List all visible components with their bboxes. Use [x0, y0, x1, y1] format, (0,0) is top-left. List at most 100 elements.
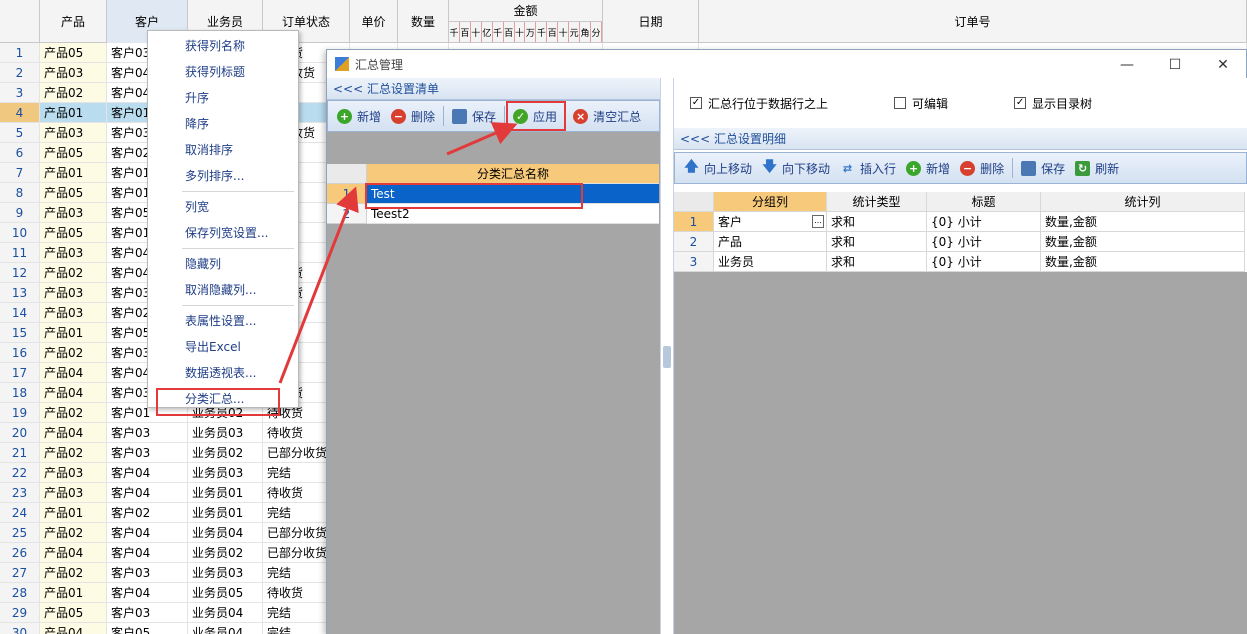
table-row[interactable]: 3 业务员 求和 {0} 小计 数量,金额	[674, 252, 1247, 272]
add-button[interactable]: + 新增	[332, 104, 386, 128]
product-cell[interactable]: 产品04	[40, 423, 107, 443]
column-header-quantity[interactable]: 数量	[398, 0, 449, 43]
column-header-caption[interactable]: 标题	[927, 192, 1041, 212]
customer-cell[interactable]: 客户04	[107, 583, 188, 603]
menu-item-pivot-table[interactable]: 数据透视表...	[148, 360, 298, 386]
product-cell[interactable]: 产品05	[40, 143, 107, 163]
product-cell[interactable]: 产品02	[40, 83, 107, 103]
customer-cell[interactable]: 客户04	[107, 463, 188, 483]
column-header-date[interactable]: 日期	[603, 0, 699, 43]
product-cell[interactable]: 产品02	[40, 443, 107, 463]
table-row[interactable]: 2 产品 求和 {0} 小计 数量,金额	[674, 232, 1247, 252]
corner-cell[interactable]	[327, 164, 367, 184]
column-header-stat-columns[interactable]: 统计列	[1041, 192, 1245, 212]
product-cell[interactable]: 产品02	[40, 523, 107, 543]
delete-button[interactable]: − 删除	[386, 104, 440, 128]
product-cell[interactable]: 产品05	[40, 183, 107, 203]
caption-cell[interactable]: {0} 小计	[927, 252, 1041, 272]
delete-row-button[interactable]: − 删除	[955, 156, 1009, 180]
product-cell[interactable]: 产品05	[40, 223, 107, 243]
stat-columns-cell[interactable]: 数量,金额	[1041, 212, 1245, 232]
stat-type-cell[interactable]: 求和	[827, 232, 927, 252]
menu-item-multi-column-sort[interactable]: 多列排序...	[148, 163, 298, 189]
refresh-button[interactable]: ↻ 刷新	[1070, 156, 1124, 180]
product-cell[interactable]: 产品02	[40, 403, 107, 423]
product-cell[interactable]: 产品05	[40, 43, 107, 63]
product-cell[interactable]: 产品01	[40, 583, 107, 603]
caption-cell[interactable]: {0} 小计	[927, 232, 1041, 252]
product-cell[interactable]: 产品01	[40, 503, 107, 523]
product-cell[interactable]: 产品01	[40, 103, 107, 123]
customer-cell[interactable]: 客户03	[107, 563, 188, 583]
checkbox-icon[interactable]	[894, 97, 907, 109]
menu-item-export-excel[interactable]: 导出Excel	[148, 334, 298, 360]
customer-cell[interactable]: 客户04	[107, 543, 188, 563]
product-cell[interactable]: 产品04	[40, 623, 107, 634]
salesperson-cell[interactable]: 业务员03	[188, 563, 263, 583]
product-cell[interactable]: 产品03	[40, 463, 107, 483]
column-header-product[interactable]: 产品	[40, 0, 107, 43]
menu-item-clear-sort[interactable]: 取消排序	[148, 137, 298, 163]
table-row[interactable]: 1 客户... 求和 {0} 小计 数量,金额	[674, 212, 1247, 232]
corner-cell[interactable]	[0, 0, 40, 43]
customer-cell[interactable]: 客户04	[107, 483, 188, 503]
salesperson-cell[interactable]: 业务员05	[188, 583, 263, 603]
product-cell[interactable]: 产品03	[40, 283, 107, 303]
collapse-handle-icon[interactable]	[663, 346, 671, 368]
product-cell[interactable]: 产品03	[40, 123, 107, 143]
pane-splitter[interactable]	[660, 78, 674, 634]
menu-item-hide-column[interactable]: 隐藏列	[148, 251, 298, 277]
salesperson-cell[interactable]: 业务员01	[188, 483, 263, 503]
maximize-icon[interactable]: ☐	[1152, 52, 1198, 78]
apply-button[interactable]: ✓ 应用	[506, 101, 567, 131]
product-cell[interactable]: 产品02	[40, 563, 107, 583]
checkbox-icon[interactable]: ✓	[690, 97, 702, 109]
insert-row-button[interactable]: ⇄ 插入行	[835, 156, 901, 180]
option-show-tree[interactable]: ✓ 显示目录树	[1014, 95, 1092, 112]
clear-summary-button[interactable]: × 清空汇总	[568, 104, 646, 128]
menu-item-sort-ascending[interactable]: 升序	[148, 85, 298, 111]
summary-detail-section-title[interactable]: <<< 汇总设置明细	[674, 128, 1247, 150]
customer-cell[interactable]: 客户03	[107, 603, 188, 623]
column-header-summary-name[interactable]: 分类汇总名称	[367, 164, 659, 184]
salesperson-cell[interactable]: 业务员02	[188, 543, 263, 563]
customer-cell[interactable]: 客户03	[107, 443, 188, 463]
option-editable[interactable]: 可编辑	[894, 95, 948, 112]
product-cell[interactable]: 产品05	[40, 603, 107, 623]
column-header-unit-price[interactable]: 单价	[350, 0, 398, 43]
menu-item-table-properties[interactable]: 表属性设置...	[148, 308, 298, 334]
product-cell[interactable]: 产品03	[40, 303, 107, 323]
salesperson-cell[interactable]: 业务员03	[188, 423, 263, 443]
caption-cell[interactable]: {0} 小计	[927, 212, 1041, 232]
customer-cell[interactable]: 客户05	[107, 623, 188, 634]
product-cell[interactable]: 产品03	[40, 63, 107, 83]
salesperson-cell[interactable]: 业务员04	[188, 623, 263, 634]
product-cell[interactable]: 产品02	[40, 263, 107, 283]
list-item[interactable]: 1 Test	[327, 183, 660, 209]
menu-item-sort-descending[interactable]: 降序	[148, 111, 298, 137]
group-column-cell[interactable]: 业务员	[714, 252, 827, 272]
menu-item-group-summary[interactable]: 分类汇总...	[148, 386, 298, 416]
option-summary-above-data[interactable]: ✓ 汇总行位于数据行之上	[690, 95, 828, 112]
menu-item-column-width[interactable]: 列宽	[148, 194, 298, 220]
menu-item-unhide-column[interactable]: 取消隐藏列...	[148, 277, 298, 303]
summary-list-section-title[interactable]: <<< 汇总设置清单	[327, 78, 660, 100]
save-detail-button[interactable]: 保存	[1016, 156, 1070, 180]
salesperson-cell[interactable]: 业务员01	[188, 503, 263, 523]
menu-item-get-column-caption[interactable]: 获得列标题	[148, 59, 298, 85]
stat-type-cell[interactable]: 求和	[827, 252, 927, 272]
summary-list-grid[interactable]: 分类汇总名称 1 Test 2 Teest2	[327, 164, 660, 224]
customer-cell[interactable]: 客户02	[107, 503, 188, 523]
add-row-button[interactable]: + 新增	[901, 156, 955, 180]
stat-columns-cell[interactable]: 数量,金额	[1041, 252, 1245, 272]
product-cell[interactable]: 产品02	[40, 343, 107, 363]
product-cell[interactable]: 产品03	[40, 243, 107, 263]
checkbox-icon[interactable]: ✓	[1014, 97, 1027, 109]
minimize-icon[interactable]: —	[1104, 52, 1150, 78]
salesperson-cell[interactable]: 业务员02	[188, 443, 263, 463]
customer-cell[interactable]: 客户04	[107, 523, 188, 543]
save-button[interactable]: 保存	[447, 104, 501, 128]
summary-detail-grid[interactable]: 分组列 统计类型 标题 统计列 1 客户... 求和 {0} 小计 数量,金额 …	[674, 192, 1247, 634]
ellipsis-icon[interactable]: ...	[812, 215, 824, 228]
column-header-group-column[interactable]: 分组列	[714, 192, 827, 212]
